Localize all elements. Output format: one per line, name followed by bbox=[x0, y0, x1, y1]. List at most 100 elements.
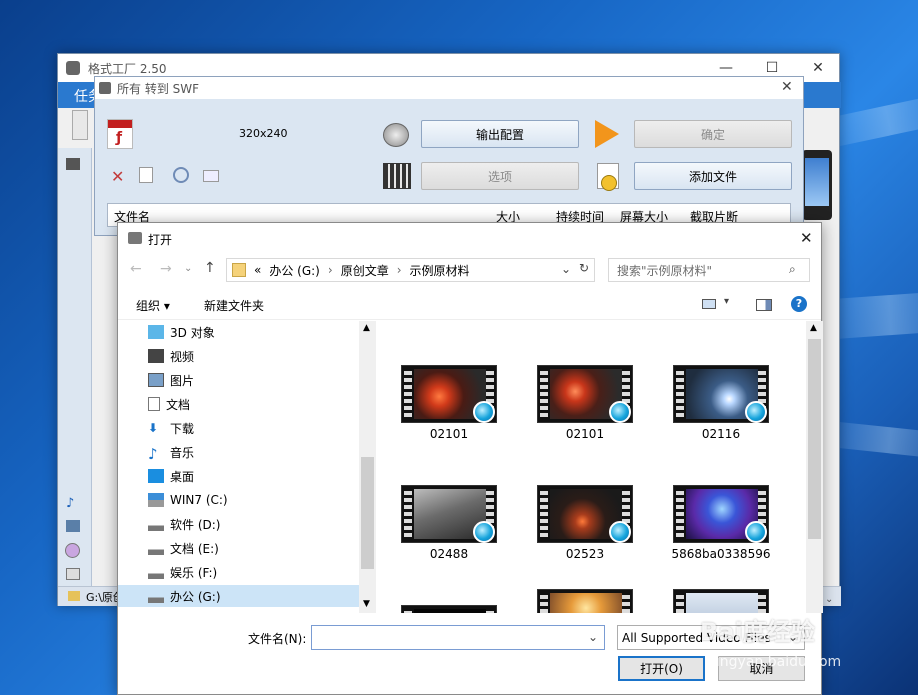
nav-item-pictures[interactable]: 图片 bbox=[148, 369, 194, 391]
navigation-pane: 3D 对象 视频 图片 文档 ⬇ 下载 ♪ 音乐 桌面 WIN7 (C:) 软件 (… bbox=[118, 321, 375, 613]
breadcrumb-drive[interactable]: 办公 (G:) bbox=[269, 262, 320, 279]
file-item[interactable]: 02101 bbox=[401, 365, 497, 445]
chevron-right-icon: › bbox=[396, 263, 402, 277]
nav-item-videos[interactable]: 视频 bbox=[148, 345, 194, 367]
sidebar-disc-icon[interactable] bbox=[65, 543, 80, 558]
music-note-icon: ♪ bbox=[148, 445, 158, 463]
options-button[interactable]: 选项 bbox=[421, 162, 579, 190]
file-item[interactable]: 02101 bbox=[537, 365, 633, 445]
recent-dropdown-icon[interactable]: ⌄ bbox=[184, 263, 192, 274]
swf-window-title: 所有 转到 SWF bbox=[117, 82, 200, 96]
nav-item-drive-c[interactable]: WIN7 (C:) bbox=[148, 489, 228, 511]
windows-drive-icon bbox=[148, 493, 164, 507]
nav-item-3d[interactable]: 3D 对象 bbox=[148, 321, 215, 343]
folder-icon bbox=[68, 591, 80, 601]
preview-pane-icon[interactable] bbox=[756, 299, 772, 311]
add-file-button[interactable]: 添加文件 bbox=[634, 162, 792, 190]
command-bar: 组织 ▾ 新建文件夹 ▾ ? bbox=[118, 290, 821, 320]
file-item[interactable]: 02523 bbox=[537, 485, 633, 565]
drive-icon bbox=[148, 565, 164, 579]
drive-icon bbox=[148, 541, 164, 555]
nav-scroll-thumb[interactable] bbox=[361, 457, 374, 569]
organize-button[interactable]: 组织 ▾ bbox=[136, 297, 170, 314]
video-badge-icon bbox=[473, 401, 495, 423]
file-grid: 02101 02101 02116 02488 02523 5868ba0338… bbox=[383, 321, 807, 613]
drive-icon bbox=[148, 589, 164, 603]
scroll-down-icon[interactable]: ▼ bbox=[363, 599, 370, 609]
file-item[interactable]: 02116 bbox=[673, 365, 769, 445]
chevron-right-icon: › bbox=[327, 263, 333, 277]
sidebar-picture-icon[interactable] bbox=[66, 520, 80, 532]
search-placeholder: 搜索"示例原材料" bbox=[617, 263, 713, 278]
nav-item-drive-g[interactable]: 办公 (G:) bbox=[118, 585, 359, 607]
device-phone-icon bbox=[802, 150, 832, 220]
dialog-close-icon[interactable]: ✕ bbox=[800, 229, 813, 247]
breadcrumb-overflow[interactable]: « bbox=[254, 263, 261, 277]
video-badge-icon bbox=[745, 401, 767, 423]
film-scissors-icon bbox=[383, 163, 411, 189]
clear-icon[interactable] bbox=[139, 167, 153, 183]
view-dropdown-icon[interactable]: ▾ bbox=[724, 296, 729, 307]
filename-label: 文件名(N): bbox=[248, 632, 307, 646]
info-icon[interactable] bbox=[203, 170, 219, 182]
toolbar-output-icon[interactable] bbox=[72, 110, 88, 140]
nav-item-drive-e[interactable]: 文档 (E:) bbox=[148, 537, 219, 559]
help-icon[interactable]: ? bbox=[791, 296, 807, 312]
swf-file-icon: ƒ bbox=[107, 119, 133, 149]
main-sidebar: ♪ bbox=[58, 148, 92, 588]
scroll-up-icon[interactable]: ▲ bbox=[810, 323, 817, 333]
statusbar-scroll-icon[interactable]: ⌄ bbox=[825, 594, 833, 605]
output-config-button[interactable]: 输出配置 bbox=[421, 120, 579, 148]
up-icon[interactable]: ↑ bbox=[204, 260, 216, 276]
nav-item-downloads[interactable]: ⬇ 下载 bbox=[148, 417, 194, 439]
back-icon[interactable]: ← bbox=[130, 261, 142, 277]
file-item[interactable]: 5868ba0338596 bbox=[672, 485, 770, 565]
new-folder-button[interactable]: 新建文件夹 bbox=[204, 297, 264, 314]
forward-icon[interactable]: → bbox=[160, 261, 172, 277]
files-scrollbar[interactable]: ▲ bbox=[806, 321, 823, 613]
scroll-up-icon[interactable]: ▲ bbox=[363, 323, 370, 333]
breadcrumb-folder[interactable]: 原创文章 bbox=[341, 262, 389, 279]
search-icon[interactable]: ⌕ bbox=[789, 262, 796, 277]
nav-item-desktop[interactable]: 桌面 bbox=[148, 465, 194, 487]
desktop-icon bbox=[148, 469, 164, 483]
search-input[interactable]: 搜索"示例原材料" ⌕ bbox=[608, 258, 810, 282]
video-badge-icon bbox=[609, 521, 631, 543]
play-icon[interactable] bbox=[173, 167, 189, 183]
add-plus-icon bbox=[601, 175, 617, 191]
nav-scrollbar[interactable]: ▲ ▼ bbox=[359, 321, 376, 613]
remove-icon[interactable]: ✕ bbox=[111, 167, 124, 186]
swf-close-icon[interactable]: ✕ bbox=[781, 79, 793, 95]
app-icon bbox=[66, 61, 80, 75]
swf-titlebar: 所有 转到 SWF ✕ bbox=[95, 77, 803, 99]
nav-item-documents[interactable]: 文档 bbox=[148, 393, 190, 415]
drive-icon bbox=[148, 517, 164, 531]
ok-button[interactable]: 确定 bbox=[634, 120, 792, 148]
filename-input[interactable]: ⌄ bbox=[311, 625, 605, 650]
address-dropdown-icon[interactable]: ⌄ bbox=[561, 262, 571, 276]
sidebar-video-icon[interactable] bbox=[66, 158, 80, 170]
file-item[interactable] bbox=[401, 605, 497, 613]
filename-dropdown-icon[interactable]: ⌄ bbox=[588, 630, 598, 644]
swf-app-icon bbox=[99, 82, 111, 94]
nav-item-drive-d[interactable]: 软件 (D:) bbox=[148, 513, 220, 535]
file-item[interactable] bbox=[673, 589, 769, 613]
file-item[interactable] bbox=[537, 589, 633, 613]
main-window-title: 格式工厂 2.50 bbox=[88, 61, 167, 76]
nav-item-drive-f[interactable]: 娱乐 (F:) bbox=[148, 561, 217, 583]
breadcrumb-current[interactable]: 示例原材料 bbox=[410, 262, 470, 279]
sidebar-tools-icon[interactable] bbox=[66, 568, 80, 580]
picture-icon bbox=[148, 373, 164, 387]
arrow-right-icon bbox=[595, 120, 619, 148]
sidebar-audio-icon[interactable]: ♪ bbox=[66, 496, 74, 511]
refresh-icon[interactable]: ↻ bbox=[579, 261, 589, 275]
files-scroll-thumb[interactable] bbox=[808, 339, 821, 539]
cube-icon bbox=[148, 325, 164, 339]
view-icon[interactable] bbox=[702, 299, 716, 309]
address-bar[interactable]: « 办公 (G:) › 原创文章 › 示例原材料 ⌄ ↻ bbox=[226, 258, 595, 282]
nav-item-music[interactable]: ♪ 音乐 bbox=[148, 441, 194, 463]
file-item[interactable]: 02488 bbox=[401, 485, 497, 565]
dialog-title: 打开 bbox=[148, 233, 173, 247]
video-badge-icon bbox=[609, 401, 631, 423]
open-button[interactable]: 打开(O) bbox=[618, 656, 705, 681]
